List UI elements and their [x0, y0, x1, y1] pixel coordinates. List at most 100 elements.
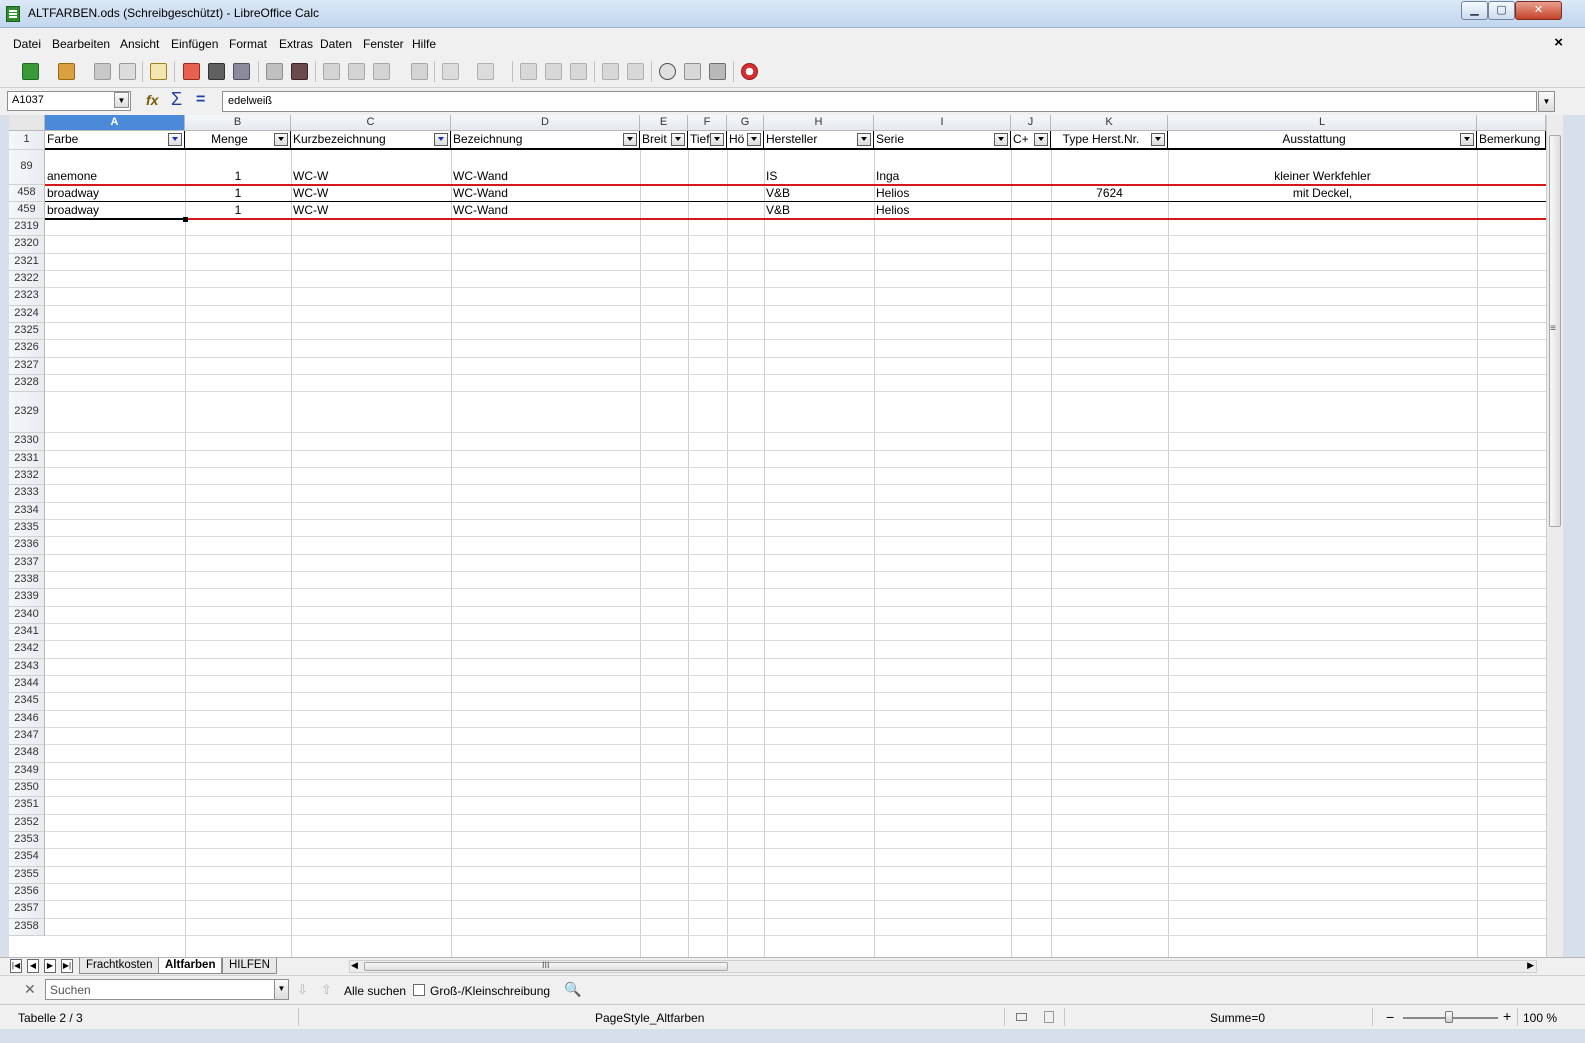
formula-input[interactable]: edelweiß: [222, 91, 1537, 112]
autofilter-tiefe-icon[interactable]: [710, 133, 724, 146]
menu-ansicht[interactable]: Ansicht: [120, 37, 159, 51]
row-header[interactable]: 458: [9, 185, 45, 202]
cell-e-458[interactable]: [640, 186, 688, 201]
row-header[interactable]: 2324: [9, 305, 45, 323]
vertical-scrollbar[interactable]: ≡: [1546, 115, 1563, 957]
cell-f-458[interactable]: [688, 186, 727, 201]
autofilter-hoehe-icon[interactable]: [747, 133, 761, 146]
sheet-tab-altfarben[interactable]: Altfarben: [158, 958, 223, 974]
row-header[interactable]: 2319: [9, 219, 45, 237]
cell-c-458[interactable]: WC-W: [291, 186, 451, 201]
cell-i-89[interactable]: Inga: [874, 169, 1011, 184]
cell-f-459[interactable]: [688, 203, 727, 218]
column-header-l[interactable]: L: [1168, 115, 1477, 131]
print-icon[interactable]: [208, 63, 225, 80]
cell-l-89[interactable]: kleiner Werkfehler: [1168, 169, 1477, 184]
cell-a-459[interactable]: broadway: [45, 203, 185, 218]
row-header[interactable]: 2335: [9, 519, 45, 538]
redo-icon[interactable]: [477, 63, 494, 80]
header-cell-bezeichnung[interactable]: Bezeichnung: [451, 131, 640, 150]
menu-bearbeiten[interactable]: Bearbeiten: [52, 37, 110, 51]
row-header[interactable]: 2338: [9, 571, 45, 590]
zoom-in-icon[interactable]: +: [1503, 1008, 1511, 1024]
column-header-e[interactable]: E: [640, 115, 688, 131]
row-header[interactable]: 2340: [9, 606, 45, 624]
paste-icon[interactable]: [373, 63, 390, 80]
zoom-slider-knob[interactable]: [1445, 1011, 1453, 1023]
row-header[interactable]: 2344: [9, 675, 45, 694]
autofilter-bezeichnung-icon[interactable]: [623, 133, 637, 146]
cell-b-89[interactable]: 1: [185, 169, 291, 184]
function-icon[interactable]: =: [196, 91, 205, 109]
row-header[interactable]: 2341: [9, 623, 45, 642]
header-cell-ausstattung[interactable]: Ausstattung: [1168, 131, 1477, 150]
row-header[interactable]: 2357: [9, 901, 45, 919]
cell-k-458[interactable]: 7624: [1051, 186, 1168, 201]
row-header[interactable]: 2323: [9, 288, 45, 306]
row-header[interactable]: 2349: [9, 762, 45, 780]
row-header[interactable]: 2352: [9, 814, 45, 832]
search-input[interactable]: Suchen: [45, 979, 289, 1000]
spelling-icon[interactable]: [266, 63, 283, 80]
menu-daten[interactable]: Daten: [320, 37, 352, 51]
row-header[interactable]: 2325: [9, 322, 45, 341]
cell-j-458[interactable]: [1011, 186, 1051, 201]
cell-j-459[interactable]: [1011, 203, 1051, 218]
autofilter-kurzbezeichnung-icon[interactable]: [434, 133, 448, 146]
row-header[interactable]: 2336: [9, 537, 45, 555]
gallery-icon[interactable]: [684, 63, 701, 80]
row-header[interactable]: 2351: [9, 797, 45, 815]
cell-b-459[interactable]: 1: [185, 203, 291, 218]
close-button[interactable]: ✕: [1515, 1, 1562, 20]
next-sheet-icon[interactable]: ▶: [44, 959, 56, 973]
last-sheet-icon[interactable]: ▶|: [61, 959, 73, 973]
help-icon[interactable]: [741, 63, 758, 80]
row-header[interactable]: 2337: [9, 554, 45, 572]
cell-e-89[interactable]: [640, 169, 688, 184]
menu-hilfe[interactable]: Hilfe: [412, 37, 436, 51]
cell-m-458[interactable]: [1477, 186, 1546, 201]
autofilter-farbe-icon[interactable]: [168, 133, 182, 146]
chart-icon[interactable]: [602, 63, 619, 80]
cell-g-89[interactable]: [727, 169, 764, 184]
name-box[interactable]: A1037: [7, 91, 131, 111]
column-header-d[interactable]: D: [451, 115, 640, 131]
cell-b-458[interactable]: 1: [185, 186, 291, 201]
row-header[interactable]: 2326: [9, 340, 45, 358]
row-header[interactable]: 2346: [9, 710, 45, 728]
row-header[interactable]: 2345: [9, 693, 45, 711]
expand-formula-bar-icon[interactable]: ▼: [1538, 91, 1555, 112]
column-header-m[interactable]: [1477, 115, 1546, 131]
save-icon[interactable]: [94, 63, 111, 80]
autofilter-breite-icon[interactable]: [671, 133, 685, 146]
cell-h-458[interactable]: V&B: [764, 186, 874, 201]
cell-m-89[interactable]: [1477, 169, 1546, 184]
row-header[interactable]: 2347: [9, 727, 45, 746]
menu-format[interactable]: Format: [229, 37, 267, 51]
cell-l-459[interactable]: [1168, 203, 1477, 218]
row-header[interactable]: 2320: [9, 236, 45, 254]
autofilter-ausstattung-icon[interactable]: [1460, 133, 1474, 146]
row-header[interactable]: 2358: [9, 918, 45, 936]
print-preview-icon[interactable]: [233, 63, 250, 80]
cell-j-89[interactable]: [1011, 169, 1051, 184]
cell-h-459[interactable]: V&B: [764, 203, 874, 218]
search-dropdown-icon[interactable]: ▼: [274, 980, 288, 999]
row-header[interactable]: 89: [9, 150, 45, 185]
header-cell-farbe[interactable]: Farbe: [45, 131, 185, 150]
row-header[interactable]: 2339: [9, 589, 45, 607]
menu-einfuegen[interactable]: Einfügen: [171, 37, 218, 51]
match-case-checkbox[interactable]: [413, 984, 425, 996]
cell-g-459[interactable]: [727, 203, 764, 218]
find-all-button[interactable]: Alle suchen: [344, 984, 406, 998]
header-cell-bemerkung[interactable]: Bemerkung: [1477, 131, 1546, 150]
cell-g-458[interactable]: [727, 186, 764, 201]
function-wizard-icon[interactable]: fx: [146, 92, 158, 108]
row-header[interactable]: 2348: [9, 745, 45, 763]
row-header[interactable]: 459: [9, 202, 45, 219]
cell-d-458[interactable]: WC-Wand: [451, 186, 640, 201]
fill-handle[interactable]: [183, 217, 188, 222]
row-header[interactable]: 1: [9, 131, 45, 150]
column-header-j[interactable]: J: [1011, 115, 1051, 131]
sheet-tab-frachtkosten[interactable]: Frachtkosten: [79, 958, 160, 974]
